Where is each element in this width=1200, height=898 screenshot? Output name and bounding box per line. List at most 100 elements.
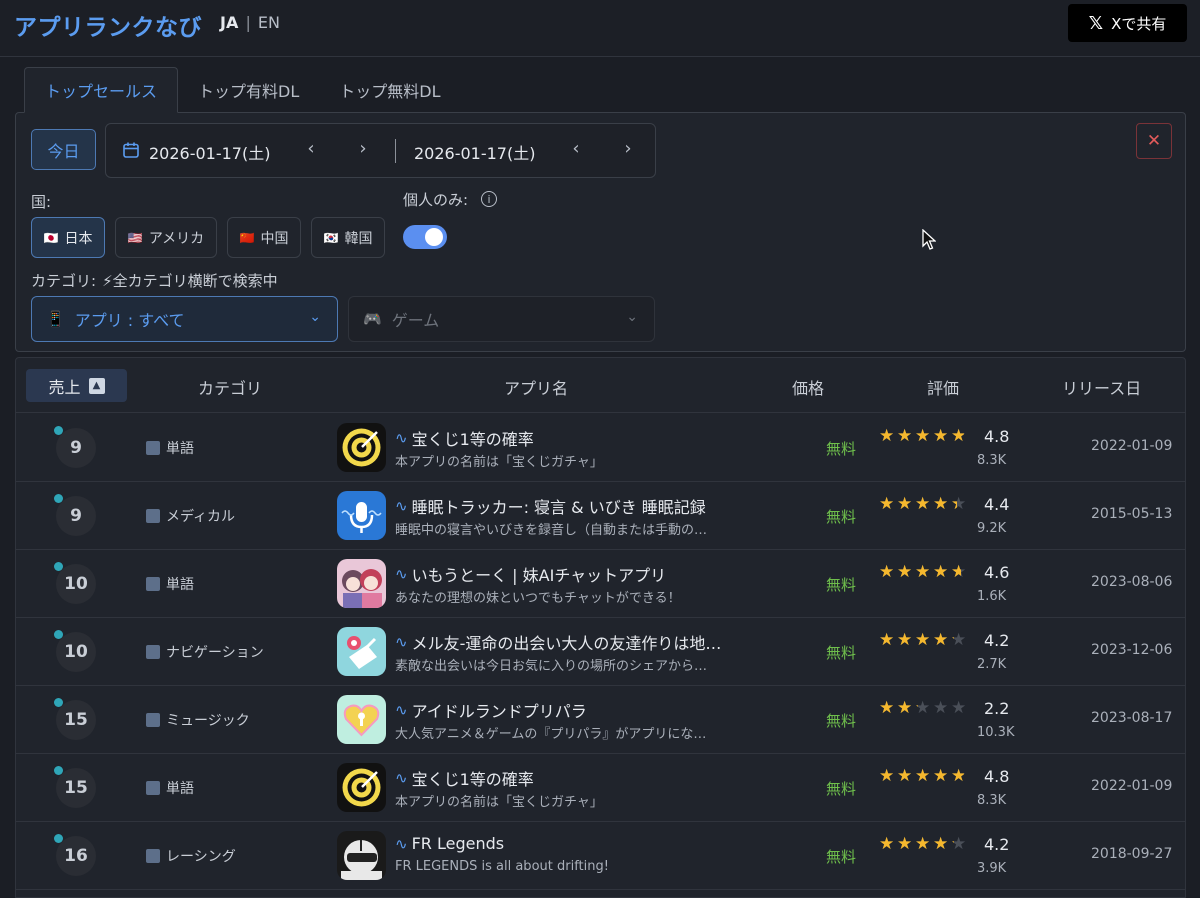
microphone-icon[interactable]	[337, 491, 386, 540]
tab-top-free[interactable]: トップ無料DL	[319, 67, 460, 113]
date-to-value[interactable]: 2026-01-17(土)	[414, 140, 535, 164]
country-china-button[interactable]: 🇨🇳 中国	[227, 217, 301, 258]
lang-en[interactable]: EN	[258, 13, 280, 32]
category-name: レーシング	[166, 849, 236, 865]
target-icon[interactable]	[337, 763, 386, 812]
category-icon	[146, 849, 160, 863]
category-icon	[146, 645, 160, 659]
category-cell: ナビゲーション	[146, 642, 264, 662]
release-date: 2018-09-27	[1091, 846, 1173, 862]
trend-chart-icon[interactable]: ∿	[395, 429, 408, 447]
target-icon[interactable]	[337, 423, 386, 472]
individual-only-toggle[interactable]	[403, 225, 447, 249]
app-description: 本アプリの名前は「宝くじガチャ」	[395, 455, 603, 470]
trend-chart-icon[interactable]: ∿	[395, 633, 408, 651]
date-to-prev-button[interactable]: ‹	[567, 138, 585, 159]
date-from-next-button[interactable]: ›	[354, 138, 372, 159]
star-icon: ★★	[915, 562, 931, 582]
country-usa-button[interactable]: 🇺🇸 アメリカ	[115, 217, 217, 258]
racing-helmet-icon[interactable]	[337, 831, 386, 880]
app-name[interactable]: ∿ FR Legends	[395, 834, 504, 853]
rating-stars: ★★★★★★★★★★	[879, 768, 967, 785]
price-value: 無料	[826, 848, 857, 866]
lang-ja[interactable]: JA	[220, 13, 238, 32]
star-icon: ★★	[879, 562, 895, 582]
x-logo-icon: 𝕏	[1088, 12, 1104, 34]
share-on-x-button[interactable]: 𝕏 Xで共有	[1068, 4, 1187, 42]
trend-chart-icon[interactable]: ∿	[395, 565, 408, 583]
country-korea-button[interactable]: 🇰🇷 韓国	[311, 217, 385, 258]
rating-count: 9.2K	[977, 521, 1007, 536]
star-icon: ★★	[933, 698, 949, 718]
trend-chart-icon[interactable]: ∿	[395, 701, 408, 719]
app-title: いもうとーく | 妹AIチャットアプリ	[411, 566, 667, 585]
rating-stars: ★★★★★★★★★★	[879, 496, 967, 513]
map-pin-icon[interactable]	[337, 627, 386, 676]
table-row[interactable]: 10 単語 ∿ いもうとーく | 妹AIチャットアプリ あなたの理想の妹といつでもチャッ…	[16, 550, 1185, 618]
table-row[interactable]: 9 メディカル ∿ 睡眠トラッカー: 寝言 & いびき 睡眠記録 睡眠中の寝言やいびきを…	[16, 482, 1185, 550]
app-name[interactable]: ∿ メル友-運命の出会い大人の友達作りは地…	[395, 630, 721, 654]
date-to-next-button[interactable]: ›	[619, 138, 637, 159]
star-icon: ★★	[951, 562, 967, 582]
date-range-picker[interactable]: 2026-01-17(土) ‹ › 2026-01-17(土) ‹ ›	[105, 123, 656, 178]
calendar-icon	[123, 142, 139, 158]
app-name-header[interactable]: アプリ名	[504, 375, 568, 399]
app-category-select[interactable]: 📱 アプリ : すべて ⌄	[31, 296, 338, 342]
app-name[interactable]: ∿ 宝くじ1等の確率	[395, 426, 534, 450]
rank-badge: 10	[56, 632, 96, 672]
app-name[interactable]: ∿ アイドルランドプリパラ	[395, 698, 587, 722]
app-description: 大人気アニメ＆ゲームの『プリパラ』がアプリにな…	[395, 727, 707, 742]
brand-title[interactable]: アプリランクなび	[14, 8, 202, 42]
table-row[interactable]: 15 ミュージック ∿ アイドルランドプリパラ 大人気アニメ＆ゲームの『プリパラ』がアプ…	[16, 686, 1185, 754]
table-header: 売上 ▲ カテゴリ アプリ名 価格 評価 リリース日	[16, 358, 1185, 413]
tab-top-paid[interactable]: トップ有料DL	[178, 67, 319, 113]
rating-stars: ★★★★★★★★★★	[879, 426, 967, 446]
info-icon[interactable]: i	[481, 191, 497, 207]
category-icon	[146, 577, 160, 591]
app-name[interactable]: ∿ 宝くじ1等の確率	[395, 766, 534, 790]
category-name: 単語	[166, 577, 194, 593]
today-button[interactable]: 今日	[31, 129, 96, 170]
rating-count: 3.9K	[977, 861, 1007, 876]
app-description: FR LEGENDS is all about drifting!	[395, 859, 609, 874]
star-icon: ★★	[879, 834, 895, 854]
trend-chart-icon[interactable]: ∿	[395, 497, 408, 515]
chevron-down-icon: ⌄	[309, 309, 321, 325]
category-name: 単語	[166, 441, 194, 457]
app-description: 本アプリの名前は「宝くじガチャ」	[395, 795, 603, 810]
app-name[interactable]: ∿ いもうとーく | 妹AIチャットアプリ	[395, 562, 666, 586]
table-row[interactable]: 16 レーシング ∿ FR Legends FR LEGENDS is all abou…	[16, 822, 1185, 890]
smartphone-icon: 📱	[46, 310, 65, 328]
rating-value: 4.6	[984, 563, 1010, 582]
star-icon: ★★	[951, 426, 967, 446]
category-header[interactable]: カテゴリ	[198, 375, 262, 399]
table-row[interactable]: 9単語∿宝くじ1等の確率本アプリの名前は「宝くじガチャ」無料★★★★★★★★★★…	[16, 414, 1185, 482]
chevron-down-icon: ⌄	[626, 309, 638, 325]
trend-chart-icon[interactable]: ∿	[395, 769, 408, 787]
app-description: あなたの理想の妹といつでもチャットができる！	[395, 591, 681, 606]
rating-header[interactable]: 評価	[927, 375, 959, 399]
category-icon	[146, 509, 160, 523]
heart-key-icon[interactable]	[337, 695, 386, 744]
table-row[interactable]: 10 ナビゲーション ∿ メル友-運命の出会い大人の友達作りは地… 素敵な出会いは今日お…	[16, 618, 1185, 686]
ranking-table: 売上 ▲ カテゴリ アプリ名 価格 評価 リリース日 9 単語 ∿ 宝くじ1等の確率本…	[15, 357, 1186, 898]
rank-badge: 9	[56, 428, 96, 468]
trend-chart-icon[interactable]: ∿	[395, 835, 408, 853]
sort-by-sales-button[interactable]: 売上 ▲	[26, 369, 127, 402]
tab-top-sales[interactable]: トップセールス	[24, 67, 179, 113]
category-row: カテゴリ: ⚡全カテゴリ横断で検索中	[31, 270, 278, 291]
date-from-value[interactable]: 2026-01-17(土)	[149, 140, 270, 164]
date-from-prev-button[interactable]: ‹	[302, 138, 320, 159]
game-category-select[interactable]: 🎮 ゲーム ⌄	[348, 296, 655, 342]
ranking-tabs: トップセールス トップ有料DL トップ無料DL	[24, 67, 461, 113]
price-header[interactable]: 価格	[792, 375, 824, 399]
country-japan-button[interactable]: 🇯🇵 日本	[31, 217, 105, 258]
language-switch: JA | EN	[220, 13, 280, 32]
release-date: 2023-08-06	[1091, 574, 1173, 590]
table-row[interactable]: 15 単語 ∿ 宝くじ1等の確率 本アプリの名前は「宝くじガチャ」 無料 ★ ★ ★ ★ ★ ★ ★ ★ ★…	[16, 754, 1185, 822]
app-name[interactable]: ∿ 睡眠トラッカー: 寝言 & いびき 睡眠記録	[395, 494, 706, 518]
app-description: 素敵な出会いは今日お気に入りの場所のシェアから…	[395, 659, 708, 674]
anime-girls-icon[interactable]	[337, 559, 386, 608]
release-header[interactable]: リリース日	[1062, 375, 1141, 399]
clear-filters-button[interactable]: ✕	[1136, 123, 1172, 159]
